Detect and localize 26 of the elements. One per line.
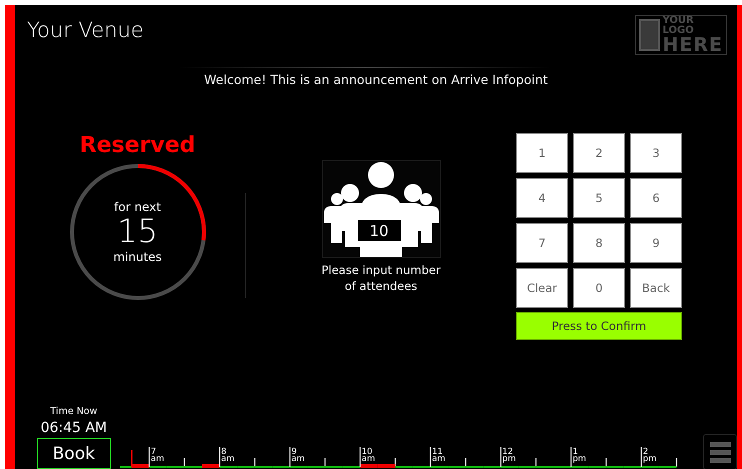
logo-text: YOUR LOGO: [662, 16, 695, 36]
venue-title: Your Venue: [27, 18, 144, 42]
minutes-count: 15: [117, 214, 158, 250]
minutes-unit: minutes: [113, 250, 162, 264]
logo-text: HERE: [662, 36, 723, 54]
keypad-key[interactable]: 1: [516, 133, 568, 173]
keypad-key[interactable]: 5: [573, 178, 625, 218]
status-label: Reserved: [80, 133, 196, 158]
time-now-label: Time Now: [50, 406, 98, 417]
book-button[interactable]: Book: [36, 438, 111, 469]
keypad-key[interactable]: 6: [630, 178, 682, 218]
duration-prefix: for next: [114, 200, 161, 214]
keypad-key[interactable]: 2: [573, 133, 625, 173]
keypad-key[interactable]: 4: [516, 178, 568, 218]
keypad-key[interactable]: 9: [630, 223, 682, 263]
confirm-button[interactable]: Press to Confirm: [516, 312, 682, 340]
keypad-key[interactable]: 7: [516, 223, 568, 263]
announcement-text: Welcome! This is an announcement on Arrive Infopoint: [203, 72, 549, 87]
keypad-key[interactable]: Clear: [516, 268, 568, 308]
keypad-key[interactable]: 0: [573, 268, 625, 308]
keypad-key[interactable]: 3: [630, 133, 682, 173]
keypad-key[interactable]: 8: [573, 223, 625, 263]
keypad-key[interactable]: Back: [630, 268, 682, 308]
current-time: 06:45 AM: [40, 420, 108, 436]
attendee-count-field[interactable]: 10: [358, 220, 400, 241]
attendees-prompt: Please input number of attendees: [320, 262, 442, 294]
